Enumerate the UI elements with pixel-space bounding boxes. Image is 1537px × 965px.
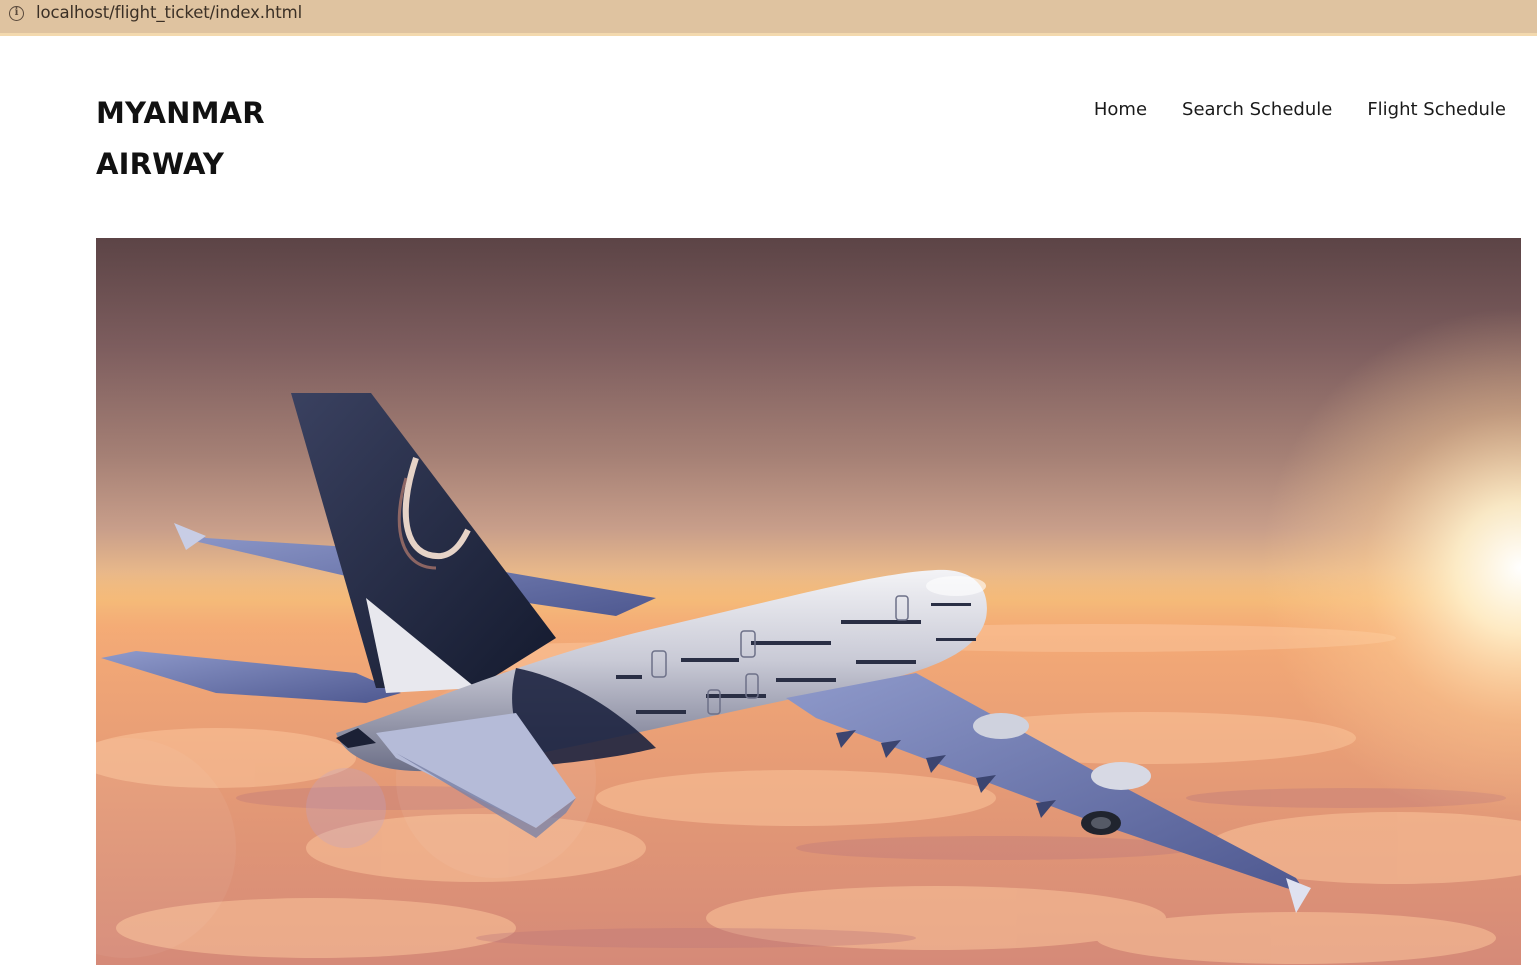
nav-search-schedule-link[interactable]: Search Schedule	[1182, 99, 1332, 120]
nav-home-link[interactable]: Home	[1094, 99, 1147, 120]
nav-flight-schedule-link[interactable]: Flight Schedule	[1367, 99, 1506, 120]
hero-image	[96, 238, 1521, 965]
info-icon[interactable]: i	[9, 6, 24, 21]
airplane-illustration	[96, 238, 1521, 965]
browser-address-bar[interactable]: i localhost/flight_ticket/index.html	[0, 0, 1537, 36]
url-text[interactable]: localhost/flight_ticket/index.html	[36, 3, 302, 22]
site-logo[interactable]: MYANMAR AIRWAY	[96, 88, 336, 190]
main-nav: Home Search Schedule Flight Schedule	[1094, 99, 1506, 120]
brand-line-2: AIRWAY	[96, 147, 225, 181]
brand-line-1: MYANMAR	[96, 96, 265, 130]
